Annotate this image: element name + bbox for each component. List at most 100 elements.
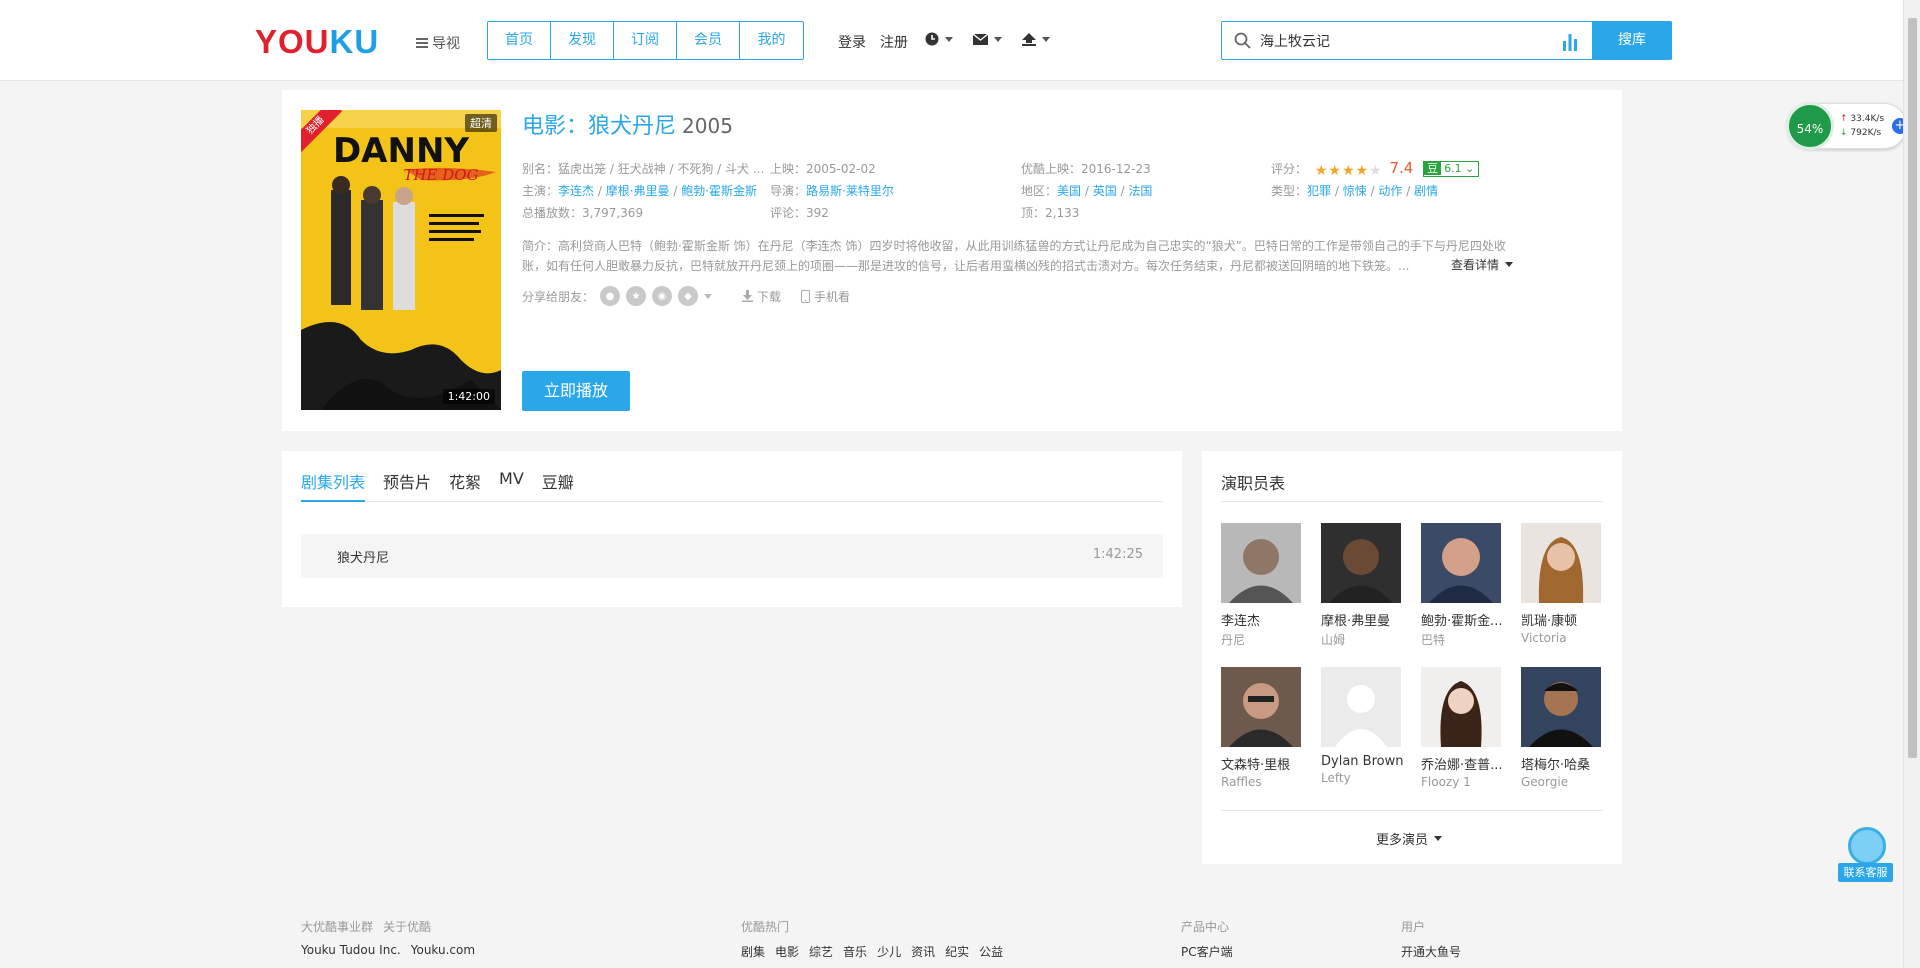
youku-logo[interactable]: YOU KU xyxy=(255,23,391,60)
download-label: 下载 xyxy=(757,289,782,304)
genre-link[interactable]: 惊悚 xyxy=(1343,184,1367,198)
download-button[interactable]: 下载 xyxy=(742,288,781,305)
cast-member[interactable]: 塔梅尔·哈桑 Georgie xyxy=(1521,667,1603,789)
footer-link[interactable]: Youku Tudou Inc. xyxy=(301,943,401,957)
nav-vip[interactable]: 会员 xyxy=(677,22,740,59)
tab-extras[interactable]: 花絮 xyxy=(449,469,481,502)
search-button[interactable]: 搜库 xyxy=(1592,21,1672,60)
director-link[interactable]: 路易斯·莱特里尔 xyxy=(806,184,894,198)
footer-column-about: 大优酷事业群 关于优酷 Youku Tudou Inc. Youku.com xyxy=(301,918,475,957)
region-link[interactable]: 美国 xyxy=(1057,184,1081,198)
footer-link[interactable]: 大优酷事业群 xyxy=(301,918,373,935)
tab-trailers[interactable]: 预告片 xyxy=(383,469,431,502)
footer-link[interactable]: 公益 xyxy=(979,943,1003,960)
footer-heading: 用户 xyxy=(1401,920,1426,934)
messages-button[interactable] xyxy=(973,33,1002,45)
star-empty-icon: ★ xyxy=(1369,163,1382,179)
actor-link[interactable]: 鲍勃·霍斯金斯 xyxy=(681,184,757,198)
footer-link[interactable]: 资讯 xyxy=(911,943,935,960)
director-label: 导演： xyxy=(770,184,807,198)
nav-home[interactable]: 首页 xyxy=(488,22,551,59)
guide-menu-button[interactable]: 导视 xyxy=(416,33,460,53)
more-share-chevron-icon[interactable] xyxy=(704,293,713,299)
footer-link[interactable]: 少儿 xyxy=(877,943,901,960)
release-label: 上映： xyxy=(770,162,807,176)
cast-member[interactable]: 李连杰 丹尼 xyxy=(1221,523,1303,648)
footer-link[interactable]: PC客户端 xyxy=(1181,943,1233,960)
cast-member[interactable]: 凯瑞·康顿 Victoria xyxy=(1521,523,1603,645)
video-category: 电影： xyxy=(522,114,589,139)
footer-links: 开通大鱼号 xyxy=(1401,943,1461,960)
genre-link[interactable]: 犯罪 xyxy=(1307,184,1331,198)
douban-icon: 豆 xyxy=(1424,162,1442,175)
register-link[interactable]: 注册 xyxy=(880,32,908,52)
comment-count[interactable]: 评论：392 xyxy=(770,204,829,221)
synopsis: 简介：高利贷商人巴特（鲍勃·霍斯金斯 饰）在丹尼（李连杰 饰）四岁时将他收留，从… xyxy=(522,239,1506,273)
actor-link[interactable]: 摩根·弗里曼 xyxy=(606,184,670,198)
view-details-label: 查看详情 xyxy=(1451,258,1500,272)
view-details-button[interactable]: 查看详情 xyxy=(1451,256,1514,273)
search-box: 搜库 xyxy=(1221,21,1672,60)
footer-link[interactable]: Youku.com xyxy=(411,943,475,957)
scrollbar-thumb[interactable] xyxy=(1908,18,1917,758)
watch-on-mobile-button[interactable]: 手机看 xyxy=(801,288,850,305)
weibo-share-icon[interactable]: ◉ xyxy=(652,286,673,306)
upload-button[interactable] xyxy=(1022,32,1050,46)
region-link[interactable]: 英国 xyxy=(1093,184,1117,198)
logo-text-red: YOU xyxy=(255,23,330,60)
portrait-image xyxy=(1421,523,1501,603)
more-cast-button[interactable]: 更多演员 xyxy=(1376,829,1443,848)
nav-mine[interactable]: 我的 xyxy=(740,22,803,59)
cast-role: Lefty xyxy=(1321,771,1351,785)
cast-member[interactable]: 文森特·里根 Raffles xyxy=(1221,667,1303,789)
cast-role: Victoria xyxy=(1521,631,1567,645)
customer-service-button[interactable]: 联系客服 xyxy=(1838,827,1893,882)
cast-card: 演职员表 李连杰 丹尼 摩根·弗里曼 山姆 鲍勃·霍斯金... 巴特 凯瑞·康顿… xyxy=(1202,451,1622,864)
cast-name: 李连杰 xyxy=(1221,614,1261,629)
footer-links: Youku Tudou Inc. Youku.com xyxy=(301,943,475,957)
rating-label: 评分： xyxy=(1271,162,1308,176)
tab-mv[interactable]: MV xyxy=(499,469,524,502)
cast-member[interactable]: Dylan Brown Lefty xyxy=(1321,667,1403,785)
network-speed-widget[interactable]: 54% ↑ 33.4K/s ↓ 792K/s + xyxy=(1786,102,1908,150)
page-scrollbar[interactable] xyxy=(1903,0,1920,968)
cast-member[interactable]: 鲍勃·霍斯金... 巴特 xyxy=(1421,523,1503,648)
footer-heading: 产品中心 xyxy=(1181,920,1230,934)
footer-link[interactable]: 音乐 xyxy=(843,943,867,960)
tab-douban[interactable]: 豆瓣 xyxy=(542,469,574,502)
episode-item[interactable]: 狼犬丹尼 1:42:25 xyxy=(301,534,1163,578)
actor-link[interactable]: 李连杰 xyxy=(558,184,594,198)
nav-discover[interactable]: 发现 xyxy=(551,22,614,59)
account-links: 登录 注册 xyxy=(838,32,908,52)
like-count[interactable]: 顶：2,133 xyxy=(1021,204,1079,221)
cast-member[interactable]: 乔治娜·查普... Floozy 1 xyxy=(1421,667,1503,789)
upload-icon xyxy=(1022,32,1036,46)
nav-subscribe[interactable]: 订阅 xyxy=(614,22,677,59)
footer-link[interactable]: 综艺 xyxy=(809,943,833,960)
wechat-share-icon[interactable]: ● xyxy=(600,286,621,306)
star-icon: ★ xyxy=(1328,163,1341,179)
footer-link[interactable]: 开通大鱼号 xyxy=(1401,943,1461,960)
movie-poster[interactable]: DANNY THE DOG 独播 超清 1:42:00 xyxy=(301,110,501,410)
ranking-bars-icon[interactable] xyxy=(1562,31,1578,51)
avatar xyxy=(1221,667,1301,747)
cast-member[interactable]: 摩根·弗里曼 山姆 xyxy=(1321,523,1403,648)
starring-info: 主演：李连杰 / 摩根·弗里曼 / 鲍勃·霍斯金斯 xyxy=(522,184,758,198)
play-now-button[interactable]: 立即播放 xyxy=(522,371,630,411)
douban-rating-badge[interactable]: 豆 6.1 ⌄ xyxy=(1423,161,1480,177)
tab-episodes[interactable]: 剧集列表 xyxy=(301,469,366,502)
footer-link[interactable]: 电影 xyxy=(775,943,799,960)
search-input[interactable] xyxy=(1260,30,1560,52)
login-link[interactable]: 登录 xyxy=(838,32,866,52)
genre-link[interactable]: 剧情 xyxy=(1414,184,1438,198)
genre-link[interactable]: 动作 xyxy=(1378,184,1402,198)
history-button[interactable] xyxy=(925,32,953,46)
qq-share-icon[interactable]: ◆ xyxy=(678,286,699,306)
footer-link[interactable]: 关于优酷 xyxy=(383,918,431,935)
footer-link[interactable]: 纪实 xyxy=(945,943,969,960)
video-year: 2005 xyxy=(682,114,733,138)
qzone-share-icon[interactable]: ★ xyxy=(626,286,647,306)
menu-icon xyxy=(416,38,428,48)
footer-link[interactable]: 剧集 xyxy=(741,943,765,960)
region-link[interactable]: 法国 xyxy=(1128,184,1152,198)
